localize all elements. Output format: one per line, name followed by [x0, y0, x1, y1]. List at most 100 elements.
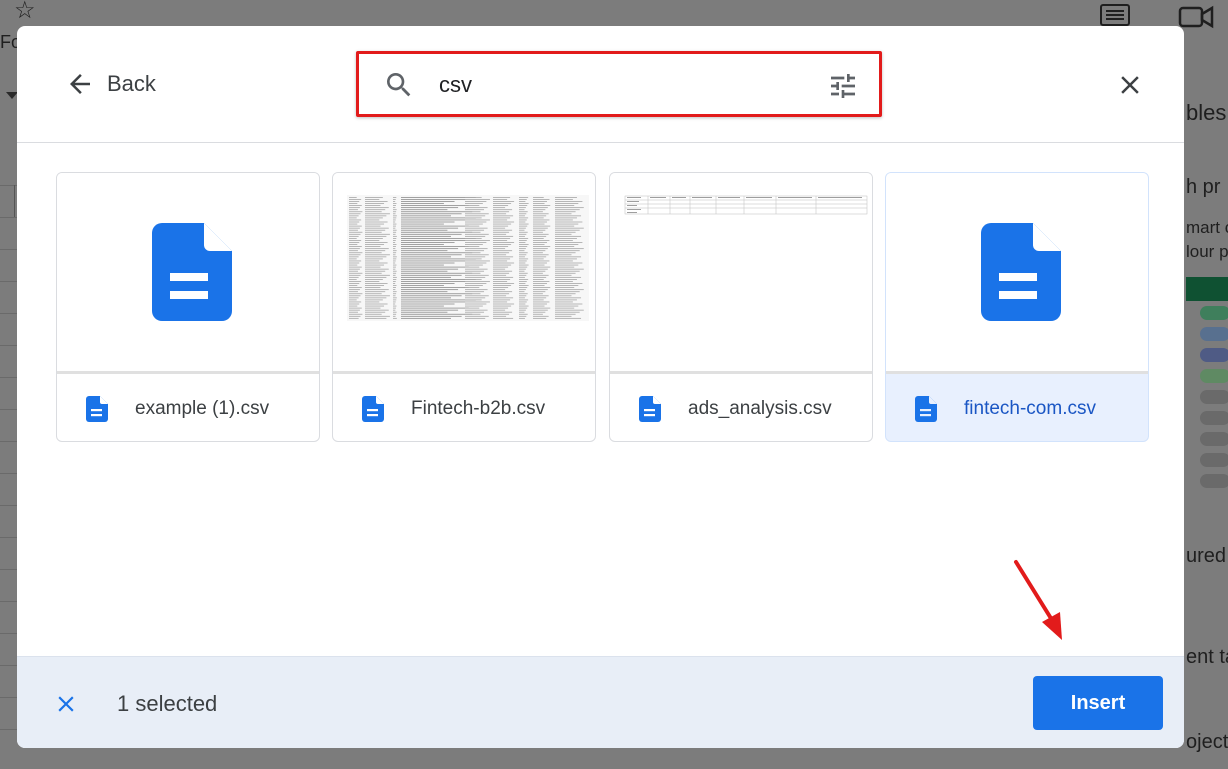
close-icon[interactable] [1115, 70, 1145, 100]
document-icon [362, 395, 384, 422]
spreadsheet-preview-line [393, 201, 396, 202]
spreadsheet-preview-line [349, 268, 360, 270]
spreadsheet-preview-line [519, 299, 529, 301]
spreadsheet-preview-line [519, 225, 528, 227]
spreadsheet-preview-line [493, 233, 507, 235]
background-pill [1200, 453, 1228, 467]
spreadsheet-preview-line [401, 244, 444, 245]
spreadsheet-preview-line [365, 246, 381, 247]
spreadsheet-preview-line [533, 235, 547, 237]
spreadsheet-preview-line [519, 291, 525, 293]
file-name: ads_analysis.csv [688, 397, 832, 419]
spreadsheet-preview-line [493, 250, 513, 252]
spreadsheet-preview-image [347, 195, 589, 321]
spreadsheet-preview-line [533, 229, 546, 231]
search-icon[interactable] [383, 69, 415, 101]
spreadsheet-preview-line [401, 291, 448, 293]
spreadsheet-preview-line [533, 297, 547, 299]
spreadsheet-preview-line [465, 297, 486, 299]
spreadsheet-preview-line [401, 225, 469, 227]
spreadsheet-preview-line [555, 272, 576, 274]
file-card[interactable]: ads_analysis.csv [609, 172, 873, 442]
background-header-bar [1186, 277, 1228, 301]
spreadsheet-preview-line [465, 213, 489, 215]
spreadsheet-preview-line [493, 209, 513, 211]
spreadsheet-preview-line [393, 293, 397, 295]
back-button[interactable]: Back [65, 68, 156, 100]
spreadsheet-preview-line [493, 266, 509, 268]
spreadsheet-preview-line [493, 287, 509, 288]
spreadsheet-preview-line [465, 283, 487, 284]
spreadsheet-preview-line [365, 205, 381, 206]
spreadsheet-preview-line [393, 225, 396, 227]
spreadsheet-preview-line [401, 258, 476, 260]
spreadsheet-preview-line [401, 281, 466, 282]
spreadsheet-preview-line [349, 201, 360, 202]
file-name: Fintech-b2b.csv [411, 397, 546, 419]
file-card[interactable]: example (1).csv [56, 172, 320, 442]
spreadsheet-preview-line [349, 227, 360, 229]
spreadsheet-preview-line [519, 266, 528, 268]
file-name: example (1).csv [135, 397, 270, 419]
spreadsheet-preview-line [465, 281, 490, 282]
spreadsheet-preview-line [365, 207, 389, 209]
file-grid: example (1).csv Fintech-b2b.csv ads_anal… [56, 172, 1152, 444]
spreadsheet-preview-line [365, 285, 385, 286]
spreadsheet-preview-line [393, 303, 396, 305]
spreadsheet-preview-line [349, 305, 358, 307]
spreadsheet-preview-line [533, 211, 543, 213]
spreadsheet-preview-line [349, 291, 358, 293]
background-text: ent ta [1186, 646, 1228, 668]
spreadsheet-preview-line [465, 264, 483, 266]
spreadsheet-preview-line [493, 297, 514, 299]
spreadsheet-preview-line [493, 291, 513, 293]
file-card-selected[interactable]: fintech-com.csv [885, 172, 1149, 442]
spreadsheet-preview-line [365, 223, 385, 225]
spreadsheet-preview-line [493, 248, 506, 250]
spreadsheet-preview-line [555, 250, 580, 252]
search-options-icon[interactable] [827, 70, 859, 102]
insert-button[interactable]: Insert [1033, 676, 1163, 730]
spreadsheet-preview-line [465, 293, 481, 295]
spreadsheet-preview-line [519, 240, 527, 241]
clear-selection-icon[interactable] [53, 691, 79, 717]
spreadsheet-preview-line [555, 281, 573, 282]
spreadsheet-preview-line [533, 274, 549, 276]
spreadsheet-preview-line [533, 238, 544, 239]
spreadsheet-preview-line [401, 272, 473, 274]
spreadsheet-preview-line [349, 260, 362, 262]
spreadsheet-preview-line [365, 260, 380, 262]
spreadsheet-preview-line [519, 309, 526, 311]
spreadsheet-preview-line [533, 227, 548, 229]
spreadsheet-preview-line [349, 238, 357, 239]
spreadsheet-preview-line [465, 266, 480, 268]
spreadsheet-preview-line [465, 309, 488, 311]
background-pill [1200, 390, 1228, 404]
spreadsheet-preview-line [465, 242, 487, 243]
spreadsheet-preview-line [493, 317, 514, 319]
spreadsheet-preview-line [349, 242, 360, 243]
spreadsheet-preview-line [349, 309, 360, 311]
search-input[interactable] [439, 68, 799, 102]
file-card[interactable]: Fintech-b2b.csv [332, 172, 596, 442]
spreadsheet-preview-line [555, 315, 572, 317]
dialog-header: Back [17, 26, 1184, 143]
search-box[interactable] [356, 51, 882, 117]
spreadsheet-preview-line [349, 244, 358, 245]
spreadsheet-preview-line [365, 229, 386, 231]
spreadsheet-preview-line [519, 252, 528, 254]
background-sheet-cell [0, 185, 15, 217]
spreadsheet-preview-line [393, 250, 397, 252]
background-pill [1200, 411, 1228, 425]
spreadsheet-preview-line [365, 221, 388, 223]
spreadsheet-preview-line [401, 248, 459, 250]
spreadsheet-preview-line [465, 317, 486, 319]
spreadsheet-preview-line [533, 203, 545, 204]
background-pill [1200, 306, 1228, 320]
spreadsheet-preview-line [401, 313, 473, 315]
spreadsheet-preview-line [533, 283, 547, 284]
spreadsheet-preview-line [519, 215, 525, 217]
spreadsheet-preview-line [465, 262, 487, 264]
spreadsheet-preview-line [393, 313, 397, 315]
spreadsheet-preview-line [401, 227, 459, 229]
